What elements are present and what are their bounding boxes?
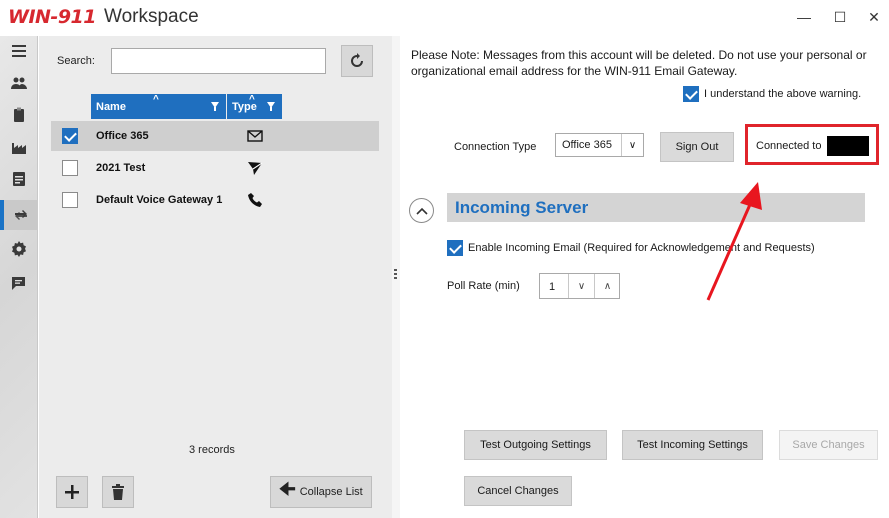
collapse-list-label: Collapse List: [299, 486, 363, 498]
connection-status: Connected to: [745, 124, 879, 165]
refresh-icon: [351, 53, 363, 67]
understand-warning-label: I understand the above warning.: [704, 88, 862, 100]
add-button[interactable]: [56, 476, 88, 508]
phone-icon: [248, 193, 262, 207]
plus-icon: [65, 485, 79, 499]
title-bar: WIN-911 Workspace — ☐ ✕: [0, 0, 889, 36]
rail-item-reports[interactable]: [0, 164, 38, 194]
enable-incoming-checkbox[interactable]: [447, 240, 463, 256]
chevron-down-icon: ∨: [621, 134, 643, 156]
rail-item-users[interactable]: [0, 68, 38, 98]
close-button[interactable]: ✕: [864, 8, 884, 26]
row-name: Default Voice Gateway 1: [96, 194, 223, 206]
email-icon: [247, 130, 263, 142]
test-incoming-button[interactable]: Test Incoming Settings: [622, 430, 763, 460]
record-count: 3 records: [189, 444, 235, 456]
cancel-changes-button[interactable]: Cancel Changes: [464, 476, 572, 506]
account-list-panel: Search: ^ Name ^ Type Office 365 2021 Te…: [39, 36, 392, 518]
users-icon: [11, 77, 27, 89]
clipboard-icon: [14, 107, 24, 122]
decrement-button[interactable]: ∨: [568, 274, 594, 298]
row-checkbox[interactable]: [62, 128, 78, 144]
connection-type-select[interactable]: Office 365 ∨: [555, 133, 644, 157]
trash-icon: [112, 484, 124, 500]
maximize-button[interactable]: ☐: [830, 8, 850, 26]
understand-warning-checkbox[interactable]: [683, 86, 699, 102]
row-checkbox[interactable]: [62, 160, 78, 176]
panel-splitter[interactable]: [392, 36, 400, 518]
filter-icon[interactable]: [211, 102, 219, 111]
connection-type-label: Connection Type: [454, 141, 537, 153]
rail-item-settings[interactable]: [0, 234, 38, 264]
rail-item-sync[interactable]: [0, 200, 38, 230]
search-label: Search:: [57, 55, 95, 67]
redacted-account: [827, 136, 869, 156]
row-name: Office 365: [96, 130, 149, 142]
test-outgoing-button[interactable]: Test Outgoing Settings: [464, 430, 607, 460]
rail-item-messages[interactable]: [0, 268, 38, 298]
column-header-name[interactable]: ^ Name: [91, 94, 226, 119]
refresh-button[interactable]: [341, 45, 373, 77]
search-input[interactable]: [111, 48, 326, 74]
list-item[interactable]: Office 365: [51, 121, 379, 151]
report-icon: [13, 172, 25, 186]
warning-note: Please Note: Messages from this account …: [411, 48, 867, 78]
section-header: Incoming Server: [447, 193, 865, 222]
connected-to-label: Connected to: [756, 140, 822, 152]
row-name: 2021 Test: [96, 162, 146, 174]
account-detail-panel: Please Note: Messages from this account …: [400, 36, 889, 518]
minimize-button[interactable]: —: [794, 8, 814, 26]
column-type-label: Type: [232, 101, 257, 113]
sort-up-icon: ^: [153, 94, 159, 105]
grip-icon: [394, 269, 397, 281]
hamburger-menu-icon: [12, 45, 26, 57]
delete-button[interactable]: [102, 476, 134, 508]
collapse-list-button[interactable]: 🠈 Collapse List: [270, 476, 372, 508]
poll-rate-value: 1: [549, 281, 556, 293]
list-item[interactable]: Default Voice Gateway 1: [51, 185, 379, 215]
section-title: Incoming Server: [455, 198, 589, 217]
send-paper-plane-icon: [248, 162, 263, 175]
factory-icon: [12, 143, 26, 154]
increment-button[interactable]: ∧: [594, 274, 620, 298]
connection-type-value: Office 365: [562, 139, 612, 151]
poll-rate-stepper[interactable]: 1 ∨ ∧: [539, 273, 620, 299]
list-item[interactable]: 2021 Test: [51, 153, 379, 183]
chevron-up-icon: [415, 207, 428, 215]
column-name-label: Name: [96, 101, 126, 113]
row-checkbox[interactable]: [62, 192, 78, 208]
sync-arrows-icon: [15, 210, 27, 220]
gear-icon: [12, 241, 26, 257]
column-header-type[interactable]: ^ Type: [227, 94, 282, 119]
save-changes-button[interactable]: Save Changes: [779, 430, 878, 460]
app-logo: WIN-911: [8, 6, 96, 28]
sign-out-button[interactable]: Sign Out: [660, 132, 734, 162]
nav-rail: [0, 36, 38, 518]
rail-item-clipboard[interactable]: [0, 100, 38, 130]
rail-item-factory[interactable]: [0, 132, 38, 162]
app-title: Workspace: [104, 6, 199, 27]
filter-icon[interactable]: [267, 102, 275, 111]
arrow-left-icon: 🠈: [279, 479, 296, 499]
section-collapse-button[interactable]: [409, 198, 434, 223]
chat-edit-icon: [12, 277, 25, 290]
rail-item-menu[interactable]: [0, 36, 38, 66]
enable-incoming-label: Enable Incoming Email (Required for Ackn…: [468, 242, 815, 254]
poll-rate-label: Poll Rate (min): [447, 280, 520, 292]
